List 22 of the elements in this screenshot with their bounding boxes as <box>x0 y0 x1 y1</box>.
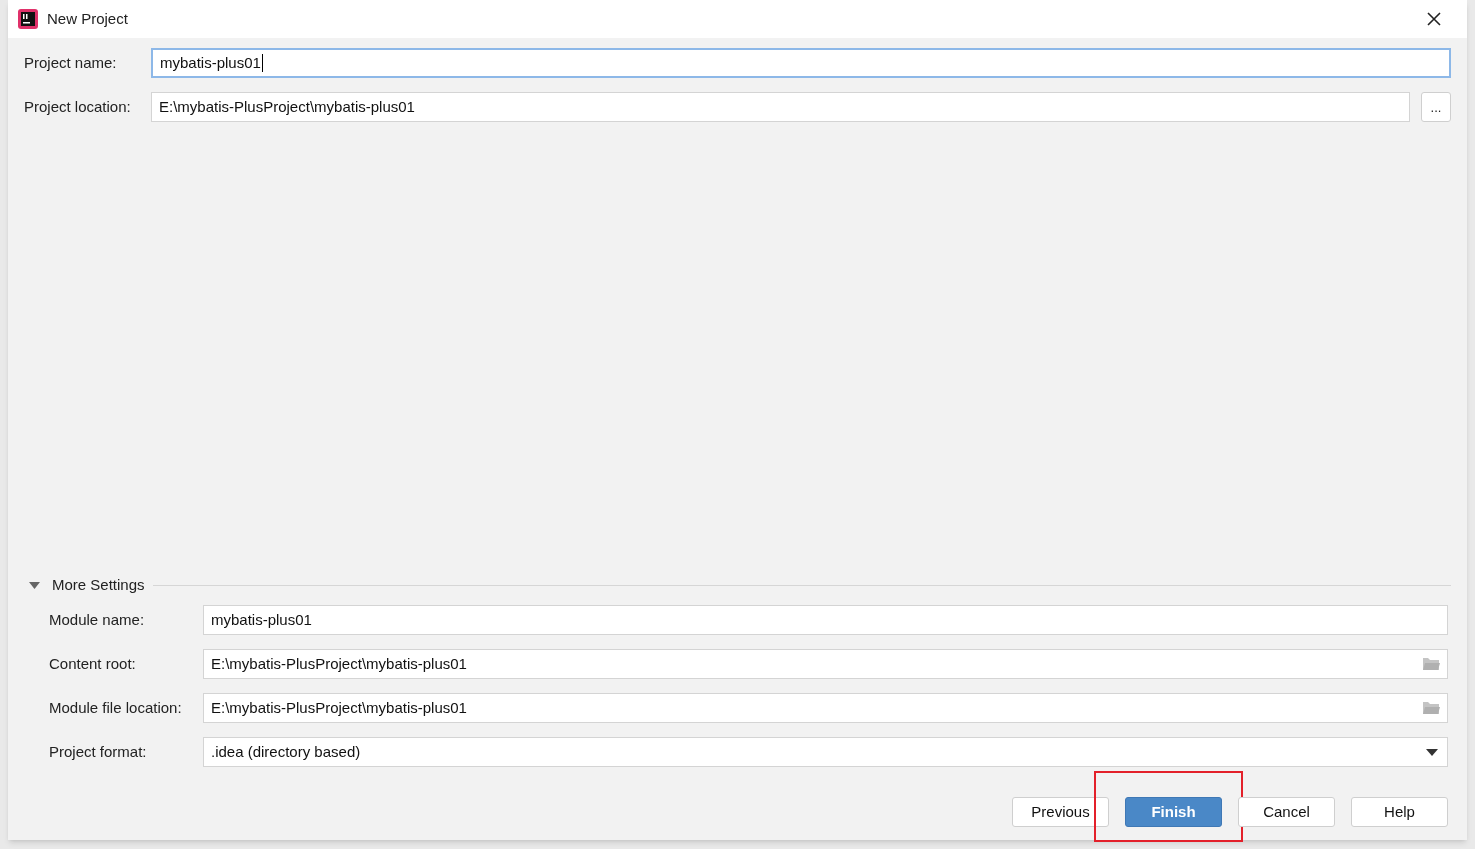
field-label: Project format: <box>49 741 148 762</box>
text-field[interactable]: E:\mybatis-PlusProject\mybatis-plus01 <box>151 92 1410 122</box>
window-title: New Project <box>47 8 129 29</box>
section-title: More Settings <box>52 574 145 595</box>
dropdown[interactable]: .idea (directory based) <box>203 737 1448 767</box>
close-icon[interactable] <box>1427 12 1441 26</box>
field-label: Module name: <box>49 609 146 630</box>
dropdown-arrow-icon <box>1426 748 1438 756</box>
finish-button[interactable]: Finish <box>1125 797 1222 827</box>
path-field[interactable]: E:\mybatis-PlusProject\mybatis-plus01 <box>203 649 1448 679</box>
dialog-button[interactable]: Help <box>1351 797 1448 827</box>
field-label: Project location: <box>24 96 132 117</box>
dialog-button[interactable]: Previous <box>1012 797 1109 827</box>
field-label: Content root: <box>49 653 137 674</box>
browse-button[interactable]: ... <box>1421 92 1451 122</box>
app-logo-icon <box>18 9 38 29</box>
text-field[interactable]: mybatis-plus01 <box>151 48 1451 78</box>
dialog-button[interactable]: Cancel <box>1238 797 1335 827</box>
text-field[interactable]: mybatis-plus01 <box>203 605 1448 635</box>
field-label: Module file location: <box>49 697 183 718</box>
path-field[interactable]: E:\mybatis-PlusProject\mybatis-plus01 <box>203 693 1448 723</box>
field-label: Project name: <box>24 52 118 73</box>
